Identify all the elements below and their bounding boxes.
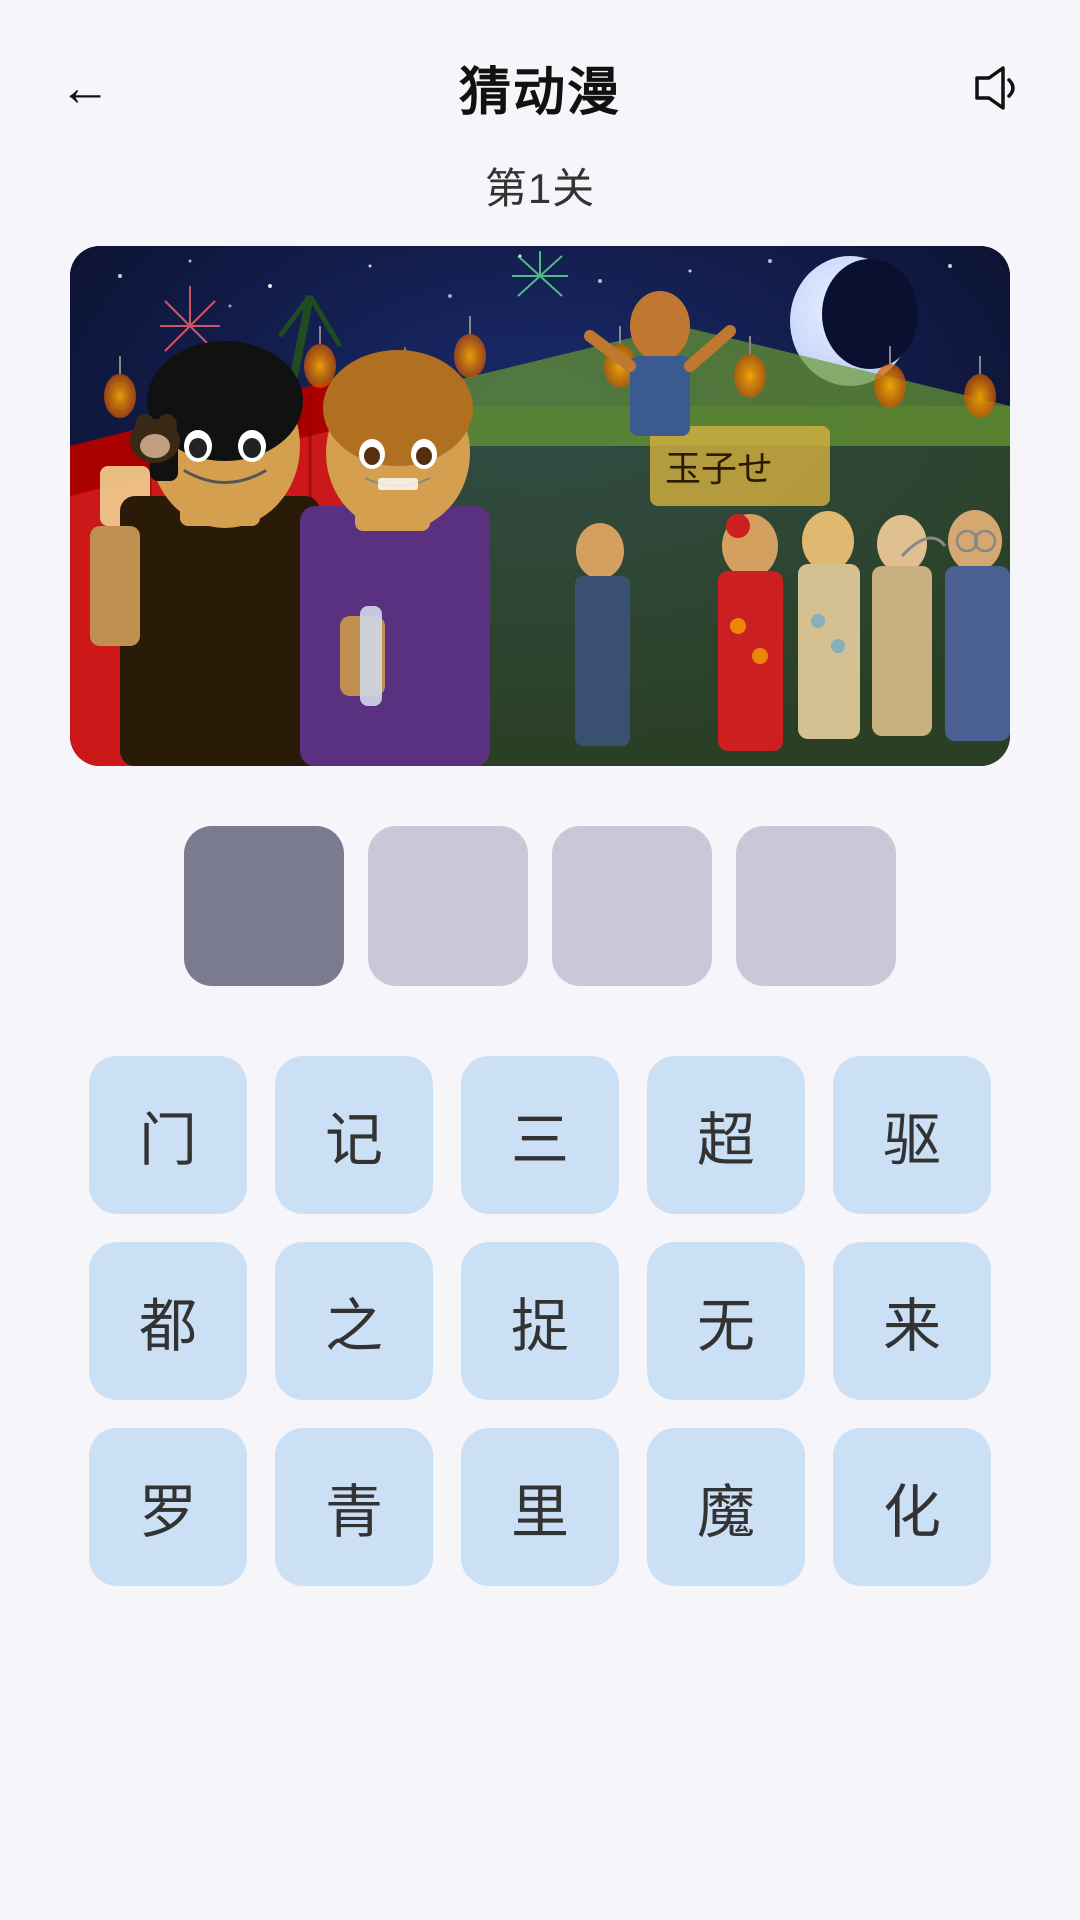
char-btn-化[interactable]: 化	[833, 1428, 991, 1586]
char-btn-里[interactable]: 里	[461, 1428, 619, 1586]
sound-button[interactable]	[960, 53, 1030, 123]
back-button[interactable]: ←	[50, 53, 120, 123]
character-grid: 门 记 三 超 驱 都 之 捉 无 来 罗 青 里 魔 化	[70, 1056, 1010, 1646]
char-btn-之[interactable]: 之	[275, 1242, 433, 1400]
answer-box-4[interactable]	[736, 826, 896, 986]
level-label: 第1关	[485, 155, 595, 216]
answer-box-3[interactable]	[552, 826, 712, 986]
header: ← 猜动漫	[0, 0, 1080, 155]
char-btn-都[interactable]: 都	[89, 1242, 247, 1400]
char-btn-罗[interactable]: 罗	[89, 1428, 247, 1586]
char-btn-青[interactable]: 青	[275, 1428, 433, 1586]
char-btn-门[interactable]: 门	[89, 1056, 247, 1214]
answer-box-1[interactable]	[184, 826, 344, 986]
anime-scene-svg: 玉子せ	[70, 246, 1010, 766]
char-row-3: 罗 青 里 魔 化	[70, 1428, 1010, 1586]
answer-boxes	[184, 826, 896, 986]
char-btn-三[interactable]: 三	[461, 1056, 619, 1214]
svg-text:玉子せ: 玉子せ	[665, 449, 773, 489]
char-btn-来[interactable]: 来	[833, 1242, 991, 1400]
char-btn-无[interactable]: 无	[647, 1242, 805, 1400]
anime-image: 玉子せ	[70, 246, 1010, 766]
page-title: 猜动漫	[459, 50, 621, 125]
char-row-1: 门 记 三 超 驱	[70, 1056, 1010, 1214]
sound-icon	[969, 62, 1021, 114]
char-btn-超[interactable]: 超	[647, 1056, 805, 1214]
char-btn-驱[interactable]: 驱	[833, 1056, 991, 1214]
answer-box-2[interactable]	[368, 826, 528, 986]
char-btn-记[interactable]: 记	[275, 1056, 433, 1214]
back-arrow-icon: ←	[59, 58, 111, 118]
char-btn-魔[interactable]: 魔	[647, 1428, 805, 1586]
char-row-2: 都 之 捉 无 来	[70, 1242, 1010, 1400]
char-btn-捉[interactable]: 捉	[461, 1242, 619, 1400]
